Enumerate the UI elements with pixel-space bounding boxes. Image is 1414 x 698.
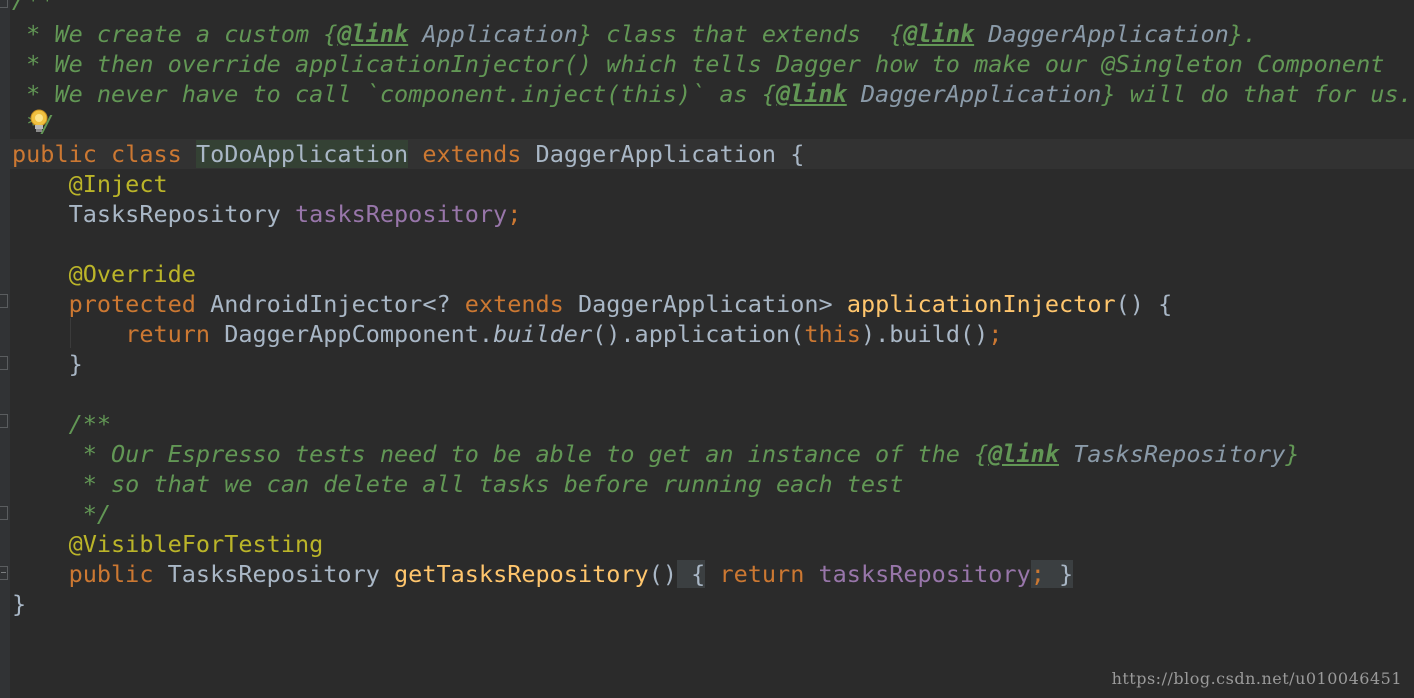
class-close: } <box>12 590 27 618</box>
fold-expand-icon[interactable] <box>0 566 8 580</box>
editor-gutter[interactable] <box>0 0 10 698</box>
fold-marker-icon[interactable] <box>0 294 8 308</box>
javadoc-line: * We never have to call `component.injec… <box>12 80 1413 108</box>
return-statement: return DaggerAppComponent.builder().appl… <box>125 320 1003 348</box>
class-declaration: public class ToDoApplication extends Dag… <box>12 140 805 168</box>
fold-marker-icon[interactable] <box>0 0 8 8</box>
annotation: @Override <box>68 260 196 288</box>
fold-marker-icon[interactable] <box>0 356 8 370</box>
javadoc-link-tag[interactable]: @link <box>903 20 974 48</box>
folded-region[interactable]: { <box>677 560 706 588</box>
method-signature: protected AndroidInjector<? extends Dagg… <box>68 290 1173 318</box>
field-declaration: TasksRepository tasksRepository; <box>68 200 522 228</box>
javadoc-open: /** <box>12 0 55 14</box>
javadoc-link-tag[interactable]: @link <box>337 20 408 48</box>
code-editor[interactable]: /** * We create a custom {@link Applicat… <box>0 0 1414 698</box>
lightbulb-icon[interactable] <box>28 108 50 134</box>
javadoc-line: * We then override applicationInjector()… <box>12 50 1385 78</box>
getter-method: public TasksRepository getTasksRepositor… <box>68 560 1074 588</box>
javadoc-open: /** <box>68 410 112 438</box>
method-close: } <box>68 350 83 378</box>
annotation: @Inject <box>68 170 168 198</box>
watermark: https://blog.csdn.net/u010046451 <box>1111 669 1402 688</box>
javadoc-line: * Our Espresso tests need to be able to … <box>68 440 1300 468</box>
javadoc-line: * We create a custom {@link Application}… <box>12 20 1258 48</box>
fold-marker-icon[interactable] <box>0 506 8 520</box>
class-name[interactable]: ToDoApplication <box>195 140 409 168</box>
parent-class[interactable]: DaggerApplication <box>536 140 777 168</box>
javadoc-link-tag[interactable]: @link <box>988 440 1059 468</box>
method-name[interactable]: getTasksRepository <box>394 560 649 588</box>
fold-marker-icon[interactable] <box>0 414 8 428</box>
javadoc-line: * so that we can delete all tasks before… <box>68 470 904 498</box>
folded-region[interactable]: } <box>1044 560 1074 588</box>
method-name[interactable]: applicationInjector <box>847 290 1116 318</box>
annotation: @VisibleForTesting <box>68 530 324 558</box>
javadoc-link-tag[interactable]: @link <box>776 80 847 108</box>
javadoc-close: */ <box>68 500 112 528</box>
